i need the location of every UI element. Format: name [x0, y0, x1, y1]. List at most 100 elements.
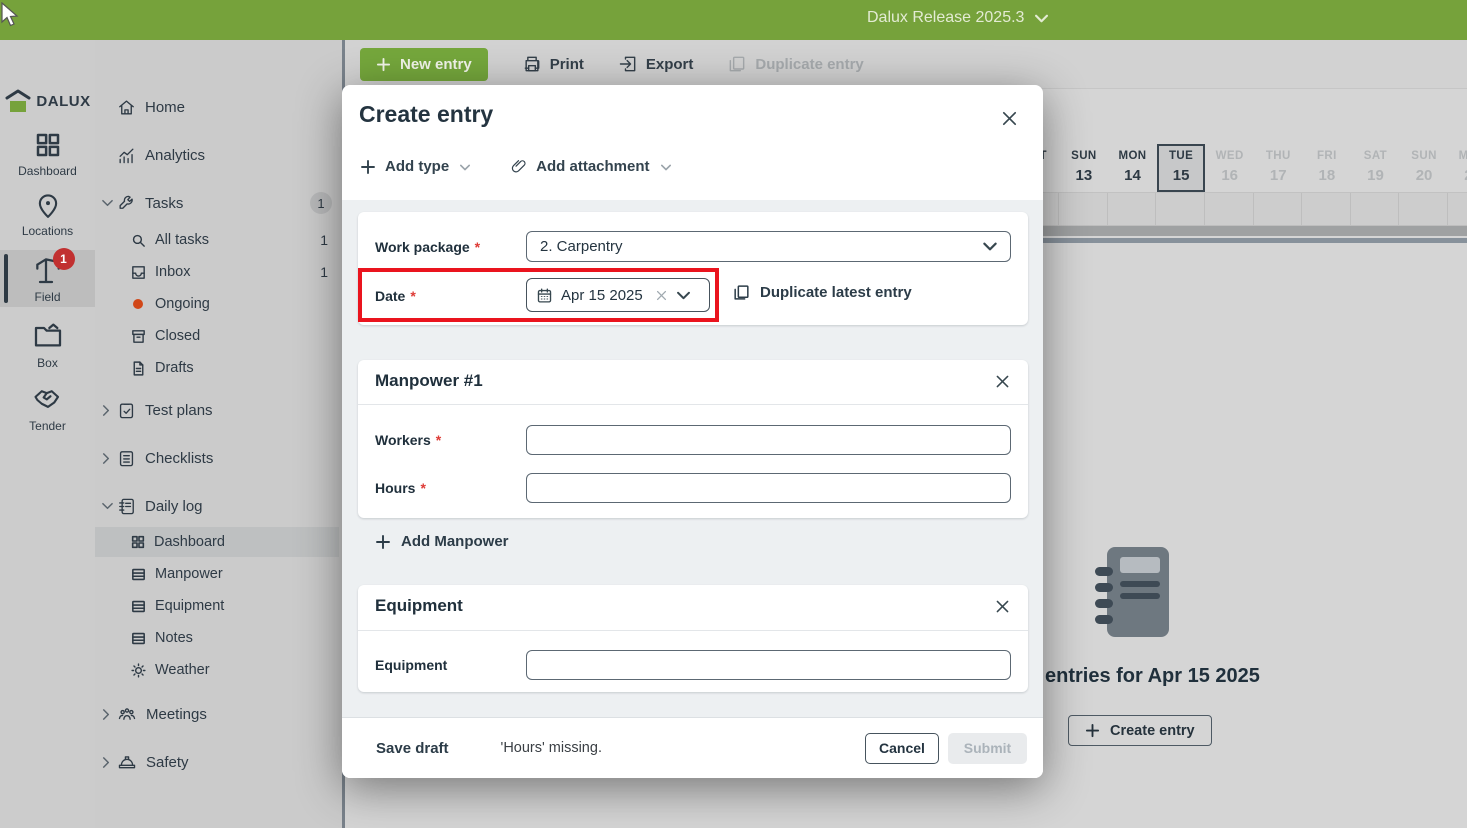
meeting-people-icon — [117, 705, 137, 724]
project-selector[interactable]: Dalux Release 2025.3 — [867, 9, 1048, 27]
calendar-cell[interactable] — [1205, 193, 1254, 225]
nav-item-test-plans[interactable]: Test plans — [95, 395, 339, 425]
calendar-day[interactable]: THU 17 — [1254, 144, 1303, 192]
new-entry-button[interactable]: New entry — [360, 48, 488, 81]
rail-item-dashboard[interactable]: Dashboard — [0, 130, 95, 178]
calendar-cell[interactable] — [1399, 193, 1448, 225]
remove-section-icon[interactable] — [994, 598, 1011, 615]
field-badge: 1 — [53, 248, 75, 270]
calendar-day[interactable]: SAT 19 — [1351, 144, 1400, 192]
nav-item-safety[interactable]: Safety — [95, 747, 339, 777]
tasks-count-badge: 1 — [310, 192, 332, 214]
submit-button[interactable]: Submit — [948, 733, 1027, 764]
printer-icon — [522, 54, 542, 74]
dashboard-grid-icon — [33, 130, 63, 160]
module-rail: DALUX Dashboard Locations 1 Field Box Te… — [0, 40, 95, 828]
calendar-cell[interactable] — [1448, 193, 1467, 225]
nav-item-home[interactable]: Home — [95, 92, 339, 122]
nav-item-manpower[interactable]: Manpower — [95, 559, 339, 589]
calendar-cell[interactable] — [1059, 193, 1108, 225]
print-button[interactable]: Print — [522, 54, 584, 74]
day-number: 20 — [1416, 167, 1433, 184]
day-number: 13 — [1076, 167, 1093, 184]
duplicate-icon — [732, 283, 751, 302]
chevron-down-icon — [661, 164, 671, 171]
nav-item-label: Drafts — [155, 360, 194, 376]
add-type-button[interactable]: Add type — [360, 158, 470, 175]
rail-item-label: Dashboard — [18, 164, 77, 178]
calendar-day[interactable]: SUN 20 — [1400, 144, 1449, 192]
calendar-day[interactable]: MON 21 — [1448, 144, 1467, 192]
calendar-day[interactable]: SUN 13 — [1060, 144, 1109, 192]
workers-input[interactable] — [526, 425, 1011, 455]
paperclip-icon — [510, 157, 527, 176]
hours-input[interactable] — [526, 473, 1011, 503]
nav-item-tasks[interactable]: Tasks 1 — [95, 188, 339, 218]
calendar-cell[interactable] — [1351, 193, 1400, 225]
chevron-down-icon — [460, 164, 470, 171]
rail-item-box[interactable]: Box — [0, 320, 95, 370]
add-manpower-label: Add Manpower — [401, 533, 509, 550]
nav-item-ongoing[interactable]: Ongoing — [95, 289, 339, 319]
daily-log-toolbar: New entry Print Export Duplicate entry — [342, 40, 1467, 89]
calendar-cell[interactable] — [1254, 193, 1303, 225]
dalux-logo[interactable]: DALUX — [0, 88, 95, 114]
nav-item-equipment[interactable]: Equipment — [95, 591, 339, 621]
export-button[interactable]: Export — [618, 54, 694, 74]
calendar-cell[interactable] — [1156, 193, 1205, 225]
add-attachment-button[interactable]: Add attachment — [510, 157, 670, 176]
map-pin-icon — [33, 190, 63, 220]
equipment-input[interactable] — [526, 650, 1011, 680]
inbox-icon — [130, 264, 147, 281]
rail-item-field[interactable]: 1 Field — [0, 250, 95, 307]
nav-item-all-tasks[interactable]: All tasks 1 — [95, 225, 339, 255]
sun-icon — [130, 662, 147, 679]
modal-footer: Save draft 'Hours' missing. Cancel Submi… — [342, 717, 1043, 778]
nav-item-label: Weather — [155, 662, 210, 678]
calendar-day[interactable]: MON 14 — [1108, 144, 1157, 192]
validation-message: 'Hours' missing. — [501, 740, 602, 756]
nav-item-label: Dashboard — [154, 534, 225, 550]
nav-item-checklists[interactable]: Checklists — [95, 443, 339, 473]
calendar-day-selected[interactable]: TUE 15 — [1157, 144, 1206, 192]
calendar-day[interactable]: WED 16 — [1205, 144, 1254, 192]
duplicate-latest-entry-button[interactable]: Duplicate latest entry — [732, 283, 912, 302]
calendar-cell[interactable] — [1108, 193, 1157, 225]
nav-item-meetings[interactable]: Meetings — [95, 699, 339, 729]
field-nav: Home Analytics Tasks 1 All tasks 1 Inbox… — [95, 40, 345, 828]
calendar-cell[interactable] — [1302, 193, 1351, 225]
nav-item-analytics[interactable]: Analytics — [95, 140, 339, 170]
chevron-right-icon — [102, 709, 110, 720]
close-icon[interactable] — [1000, 109, 1019, 128]
work-package-select[interactable]: 2. Carpentry — [526, 231, 1011, 262]
chevron-right-icon — [102, 757, 110, 768]
nav-item-weather[interactable]: Weather — [95, 655, 339, 685]
chevron-right-icon — [102, 453, 110, 464]
work-package-label: Work package* — [375, 239, 480, 255]
create-entry-button[interactable]: Create entry — [1068, 715, 1212, 746]
save-draft-button[interactable]: Save draft — [376, 740, 449, 757]
nav-item-notes[interactable]: Notes — [95, 623, 339, 653]
nav-item-inbox[interactable]: Inbox 1 — [95, 257, 339, 287]
equipment-label: Equipment — [375, 657, 447, 673]
calendar-day[interactable]: FRI 18 — [1303, 144, 1352, 192]
duplicate-icon — [727, 54, 747, 74]
cancel-button[interactable]: Cancel — [865, 733, 939, 764]
workers-label: Workers* — [375, 432, 441, 448]
nav-item-closed[interactable]: Closed — [95, 321, 339, 351]
equipment-card-title: Equipment — [375, 596, 463, 616]
duplicate-entry-button[interactable]: Duplicate entry — [727, 54, 863, 74]
nav-item-label: Equipment — [155, 598, 224, 614]
nav-item-daily-log-dashboard[interactable]: Dashboard — [95, 527, 339, 557]
nav-item-label: Inbox — [155, 264, 190, 280]
modal-action-row: Add type Add attachment — [360, 157, 671, 176]
rail-item-locations[interactable]: Locations — [0, 190, 95, 238]
rail-item-tender[interactable]: Tender — [0, 385, 95, 433]
required-asterisk: * — [436, 432, 441, 448]
nav-item-label: All tasks — [155, 232, 209, 248]
hard-hat-icon — [117, 753, 137, 772]
nav-item-drafts[interactable]: Drafts — [95, 353, 339, 383]
nav-item-daily-log[interactable]: Daily log — [95, 491, 339, 521]
remove-section-icon[interactable] — [994, 373, 1011, 390]
add-manpower-button[interactable]: Add Manpower — [375, 533, 509, 550]
